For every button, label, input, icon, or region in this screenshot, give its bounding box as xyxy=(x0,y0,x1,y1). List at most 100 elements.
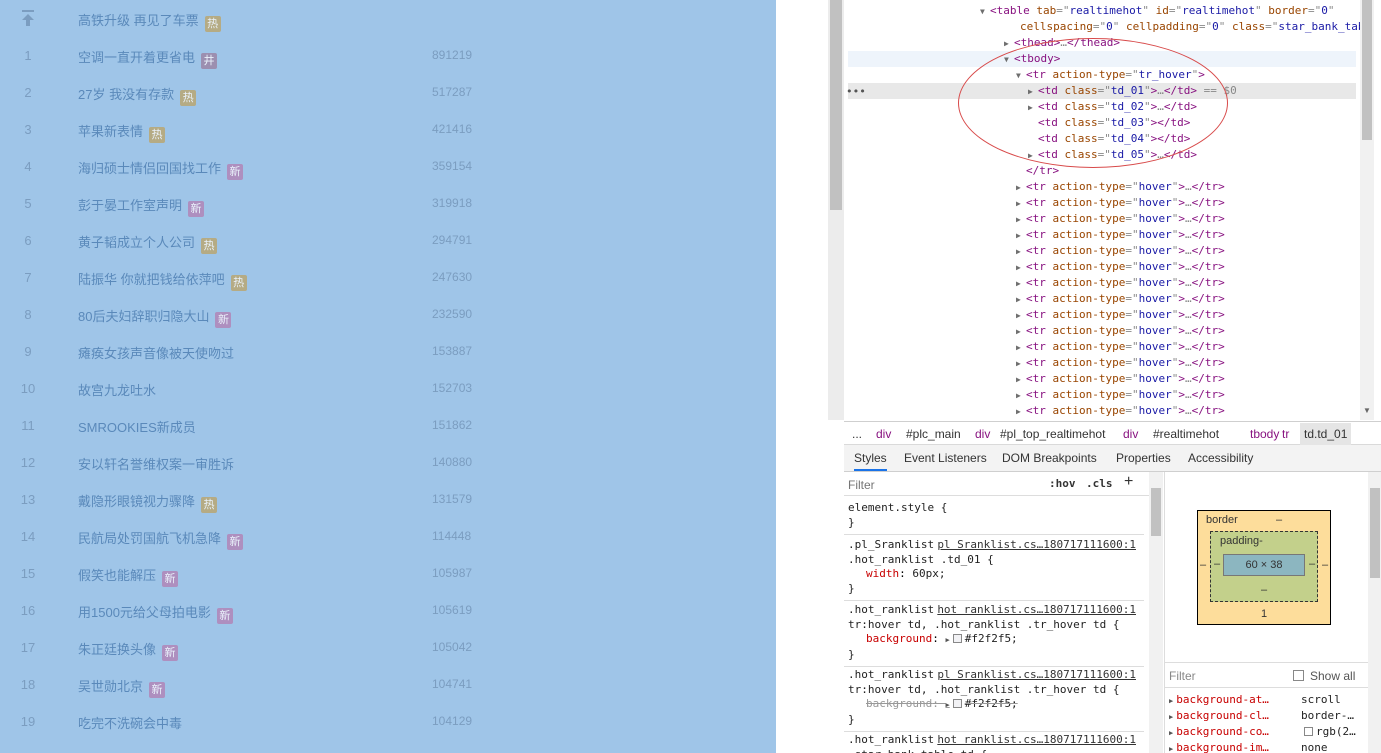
dom-node[interactable]: ▶ <tr action-type="hover">…</tr> xyxy=(1016,195,1225,211)
expand-triangle-icon[interactable]: ▶ xyxy=(1016,308,1026,324)
rank-row[interactable]: 12 安以轩名誉维权案一审胜诉 140880 xyxy=(0,444,776,481)
rank-title[interactable]: 戴隐形眼镜视力骤降热 xyxy=(78,491,218,513)
gutter-scrollbar-thumb[interactable] xyxy=(830,0,842,210)
dom-node[interactable]: cellspacing="0" cellpadding="0" class="s… xyxy=(1010,19,1360,35)
dom-node[interactable]: ▶ <td class="td_05">…</td> xyxy=(1028,147,1197,163)
rank-title[interactable]: 吃完不洗碗会中毒 xyxy=(78,713,182,732)
rank-row[interactable]: 4 海归硕士情侣回国找工作新 359154 xyxy=(0,148,776,185)
breadcrumb-item[interactable]: ... xyxy=(852,427,862,441)
css-value[interactable]: #f2f2f5; xyxy=(965,697,1018,710)
rank-title[interactable]: 民航局处罚国航飞机急降新 xyxy=(78,528,244,550)
expand-triangle-icon[interactable]: ▶ xyxy=(1169,745,1173,753)
computed-property[interactable]: ▶ background-at… scroll xyxy=(1169,693,1369,709)
rank-title-text[interactable]: 27岁 我没有存款 xyxy=(78,87,174,102)
tab-properties[interactable]: Properties xyxy=(1116,451,1171,465)
expand-triangle-icon[interactable]: ▼ xyxy=(1016,68,1026,84)
expand-triangle-icon[interactable]: ▶ xyxy=(1169,713,1173,721)
expand-triangle-icon[interactable]: ▶ xyxy=(1169,729,1173,737)
expand-triangle-icon[interactable]: ▶ xyxy=(1016,292,1026,308)
dom-node[interactable]: ▶ <tr action-type="hover">…</tr> xyxy=(1016,355,1225,371)
dom-node[interactable]: ▶ <tr action-type="hover">…</tr> xyxy=(1016,243,1225,259)
computed-filter-input[interactable]: Filter xyxy=(1169,669,1196,683)
dom-node[interactable]: ▶ <tr action-type="hover">…</tr> xyxy=(1016,371,1225,387)
breadcrumb-item[interactable]: div xyxy=(975,427,990,441)
rank-title-text[interactable]: 陆振华 你就把钱给依萍吧 xyxy=(78,272,225,287)
expand-triangle-icon[interactable]: ▶ xyxy=(1016,356,1026,372)
rank-title[interactable]: 彭于晏工作室声明新 xyxy=(78,195,205,217)
rank-title-text[interactable]: 戴隐形眼镜视力骤降 xyxy=(78,494,195,509)
dom-node[interactable]: ▶ <tr action-type="hover">…</tr> xyxy=(1016,227,1225,243)
rank-title[interactable]: 假笑也能解压新 xyxy=(78,565,179,587)
expand-triangle-icon[interactable]: ▶ xyxy=(1004,36,1014,52)
rank-row[interactable]: 9 瘫痪女孩声音像被天使吻过 153887 xyxy=(0,333,776,370)
computed-property[interactable]: ▶ background-cl… border-… xyxy=(1169,709,1369,725)
rank-row[interactable]: 11 SMROOKIES新成员 151862 xyxy=(0,407,776,444)
breadcrumb-item[interactable]: tbody xyxy=(1250,427,1279,441)
rank-title-text[interactable]: 瘫痪女孩声音像被天使吻过 xyxy=(78,346,234,361)
dom-node[interactable]: ▶ <tr action-type="hover">…</tr> xyxy=(1016,275,1225,291)
expand-triangle-icon[interactable]: ▶ xyxy=(1028,100,1038,116)
style-rule[interactable]: .hot_ranklist hot ranklist.cs…18071711160… xyxy=(844,600,1144,667)
box-model-content[interactable]: 60 × 38 xyxy=(1223,554,1305,576)
dom-node[interactable]: </tr> xyxy=(1016,163,1059,179)
tab-styles[interactable]: Styles xyxy=(854,451,887,471)
expand-triangle-icon[interactable]: ▼ xyxy=(980,4,990,20)
expand-triangle-icon[interactable]: ▶ xyxy=(1016,196,1026,212)
styles-scroll-thumb[interactable] xyxy=(1151,488,1161,536)
rank-row[interactable]: 8 80后夫妇辞职归隐大山新 232590 xyxy=(0,296,776,333)
expand-triangle-icon[interactable]: ▶ xyxy=(1016,180,1026,196)
rank-title[interactable]: 高铁升级 再见了车票热 xyxy=(78,10,221,32)
expand-triangle-icon[interactable]: ▶ xyxy=(1016,212,1026,228)
dom-node[interactable]: ▶ <tr action-type="hover">…</tr> xyxy=(1016,179,1225,195)
css-property[interactable]: background xyxy=(866,632,932,645)
expand-triangle-icon[interactable]: ▶ xyxy=(1169,697,1173,705)
rank-title[interactable]: 苹果新表情热 xyxy=(78,121,166,143)
computed-scrollbar[interactable] xyxy=(1368,472,1381,753)
style-rule[interactable]: .pl_Sranklist pl Sranklist.cs…18071711160… xyxy=(844,535,1144,601)
hov-toggle-button[interactable]: :hov xyxy=(1049,477,1076,490)
scroll-down-arrow-icon[interactable]: ▼ xyxy=(1363,406,1371,415)
tab-accessibility[interactable]: Accessibility xyxy=(1188,451,1253,465)
rank-title-text[interactable]: 朱正廷换头像 xyxy=(78,642,156,657)
rank-row[interactable]: 13 戴隐形眼镜视力骤降热 131579 xyxy=(0,481,776,518)
css-value[interactable]: #f2f2f5; xyxy=(965,632,1018,645)
dom-node[interactable]: ▶ <tr action-type="hover">…</tr> xyxy=(1016,387,1225,403)
computed-scroll-thumb[interactable] xyxy=(1370,488,1380,578)
dom-node[interactable]: ▶ <tr action-type="hover">…</tr> xyxy=(1016,307,1225,323)
css-property[interactable]: background xyxy=(866,697,932,710)
rank-row[interactable]: 15 假笑也能解压新 105987 xyxy=(0,555,776,592)
rank-row[interactable]: 19 吃完不洗碗会中毒 104129 xyxy=(0,703,776,740)
rank-title-text[interactable]: SMROOKIES新成员 xyxy=(78,420,196,435)
expand-triangle-icon[interactable]: ▶ xyxy=(1016,228,1026,244)
rank-title[interactable]: SMROOKIES新成员 xyxy=(78,417,196,436)
expand-triangle-icon[interactable]: ▶ xyxy=(1016,404,1026,420)
rank-row[interactable]: 18 吴世勋北京新 104741 xyxy=(0,666,776,703)
rank-title[interactable]: 瘫痪女孩声音像被天使吻过 xyxy=(78,343,234,362)
rule-source-link[interactable]: hot ranklist.cs…180717111600:1 xyxy=(937,733,1136,748)
rank-title-text[interactable]: 空调一直开着更省电 xyxy=(78,50,195,65)
expand-triangle-icon[interactable]: ▶ xyxy=(945,636,949,644)
breadcrumb-item[interactable]: div xyxy=(1123,427,1138,441)
rank-row[interactable]: 10 故宫九龙吐水 152703 xyxy=(0,370,776,407)
rank-row[interactable]: 16 用1500元给父母拍电影新 105619 xyxy=(0,592,776,629)
breadcrumb-item[interactable]: tr xyxy=(1282,427,1289,441)
dom-node[interactable]: ▶ <tr action-type="hover">…</tr> xyxy=(1016,403,1225,419)
rank-row[interactable]: 6 黄子韬成立个人公司热 294791 xyxy=(0,222,776,259)
rank-title[interactable]: 海归硕士情侣回国找工作新 xyxy=(78,158,244,180)
styles-scrollbar[interactable] xyxy=(1149,472,1163,753)
style-rule[interactable]: .hot_ranklist pl Sranklist.cs…18071711160… xyxy=(844,665,1144,732)
rank-row-top[interactable]: 高铁升级 再见了车票热 xyxy=(0,0,776,37)
color-swatch-icon[interactable] xyxy=(952,634,962,643)
rank-title-text[interactable]: 黄子韬成立个人公司 xyxy=(78,235,195,250)
add-rule-button[interactable]: + xyxy=(1124,473,1133,491)
expand-triangle-icon[interactable]: ▶ xyxy=(1016,276,1026,292)
rank-row[interactable]: 2 27岁 我没有存款热 517287 xyxy=(0,74,776,111)
rule-source-link[interactable]: pl Sranklist.cs…180717111600:1 xyxy=(937,668,1136,683)
elements-tree-scroll-thumb[interactable] xyxy=(1362,0,1372,140)
computed-property[interactable]: ▶ background-im… none xyxy=(1169,741,1369,753)
dom-node[interactable]: ▶ <td class="td_02">…</td> xyxy=(1028,99,1197,115)
show-all-label[interactable]: Show all xyxy=(1310,669,1355,683)
rank-title[interactable]: 80后夫妇辞职归隐大山新 xyxy=(78,306,232,328)
rank-title-text[interactable]: 安以轩名誉维权案一审胜诉 xyxy=(78,457,234,472)
rank-row[interactable]: 7 陆振华 你就把钱给依萍吧热 247630 xyxy=(0,259,776,296)
